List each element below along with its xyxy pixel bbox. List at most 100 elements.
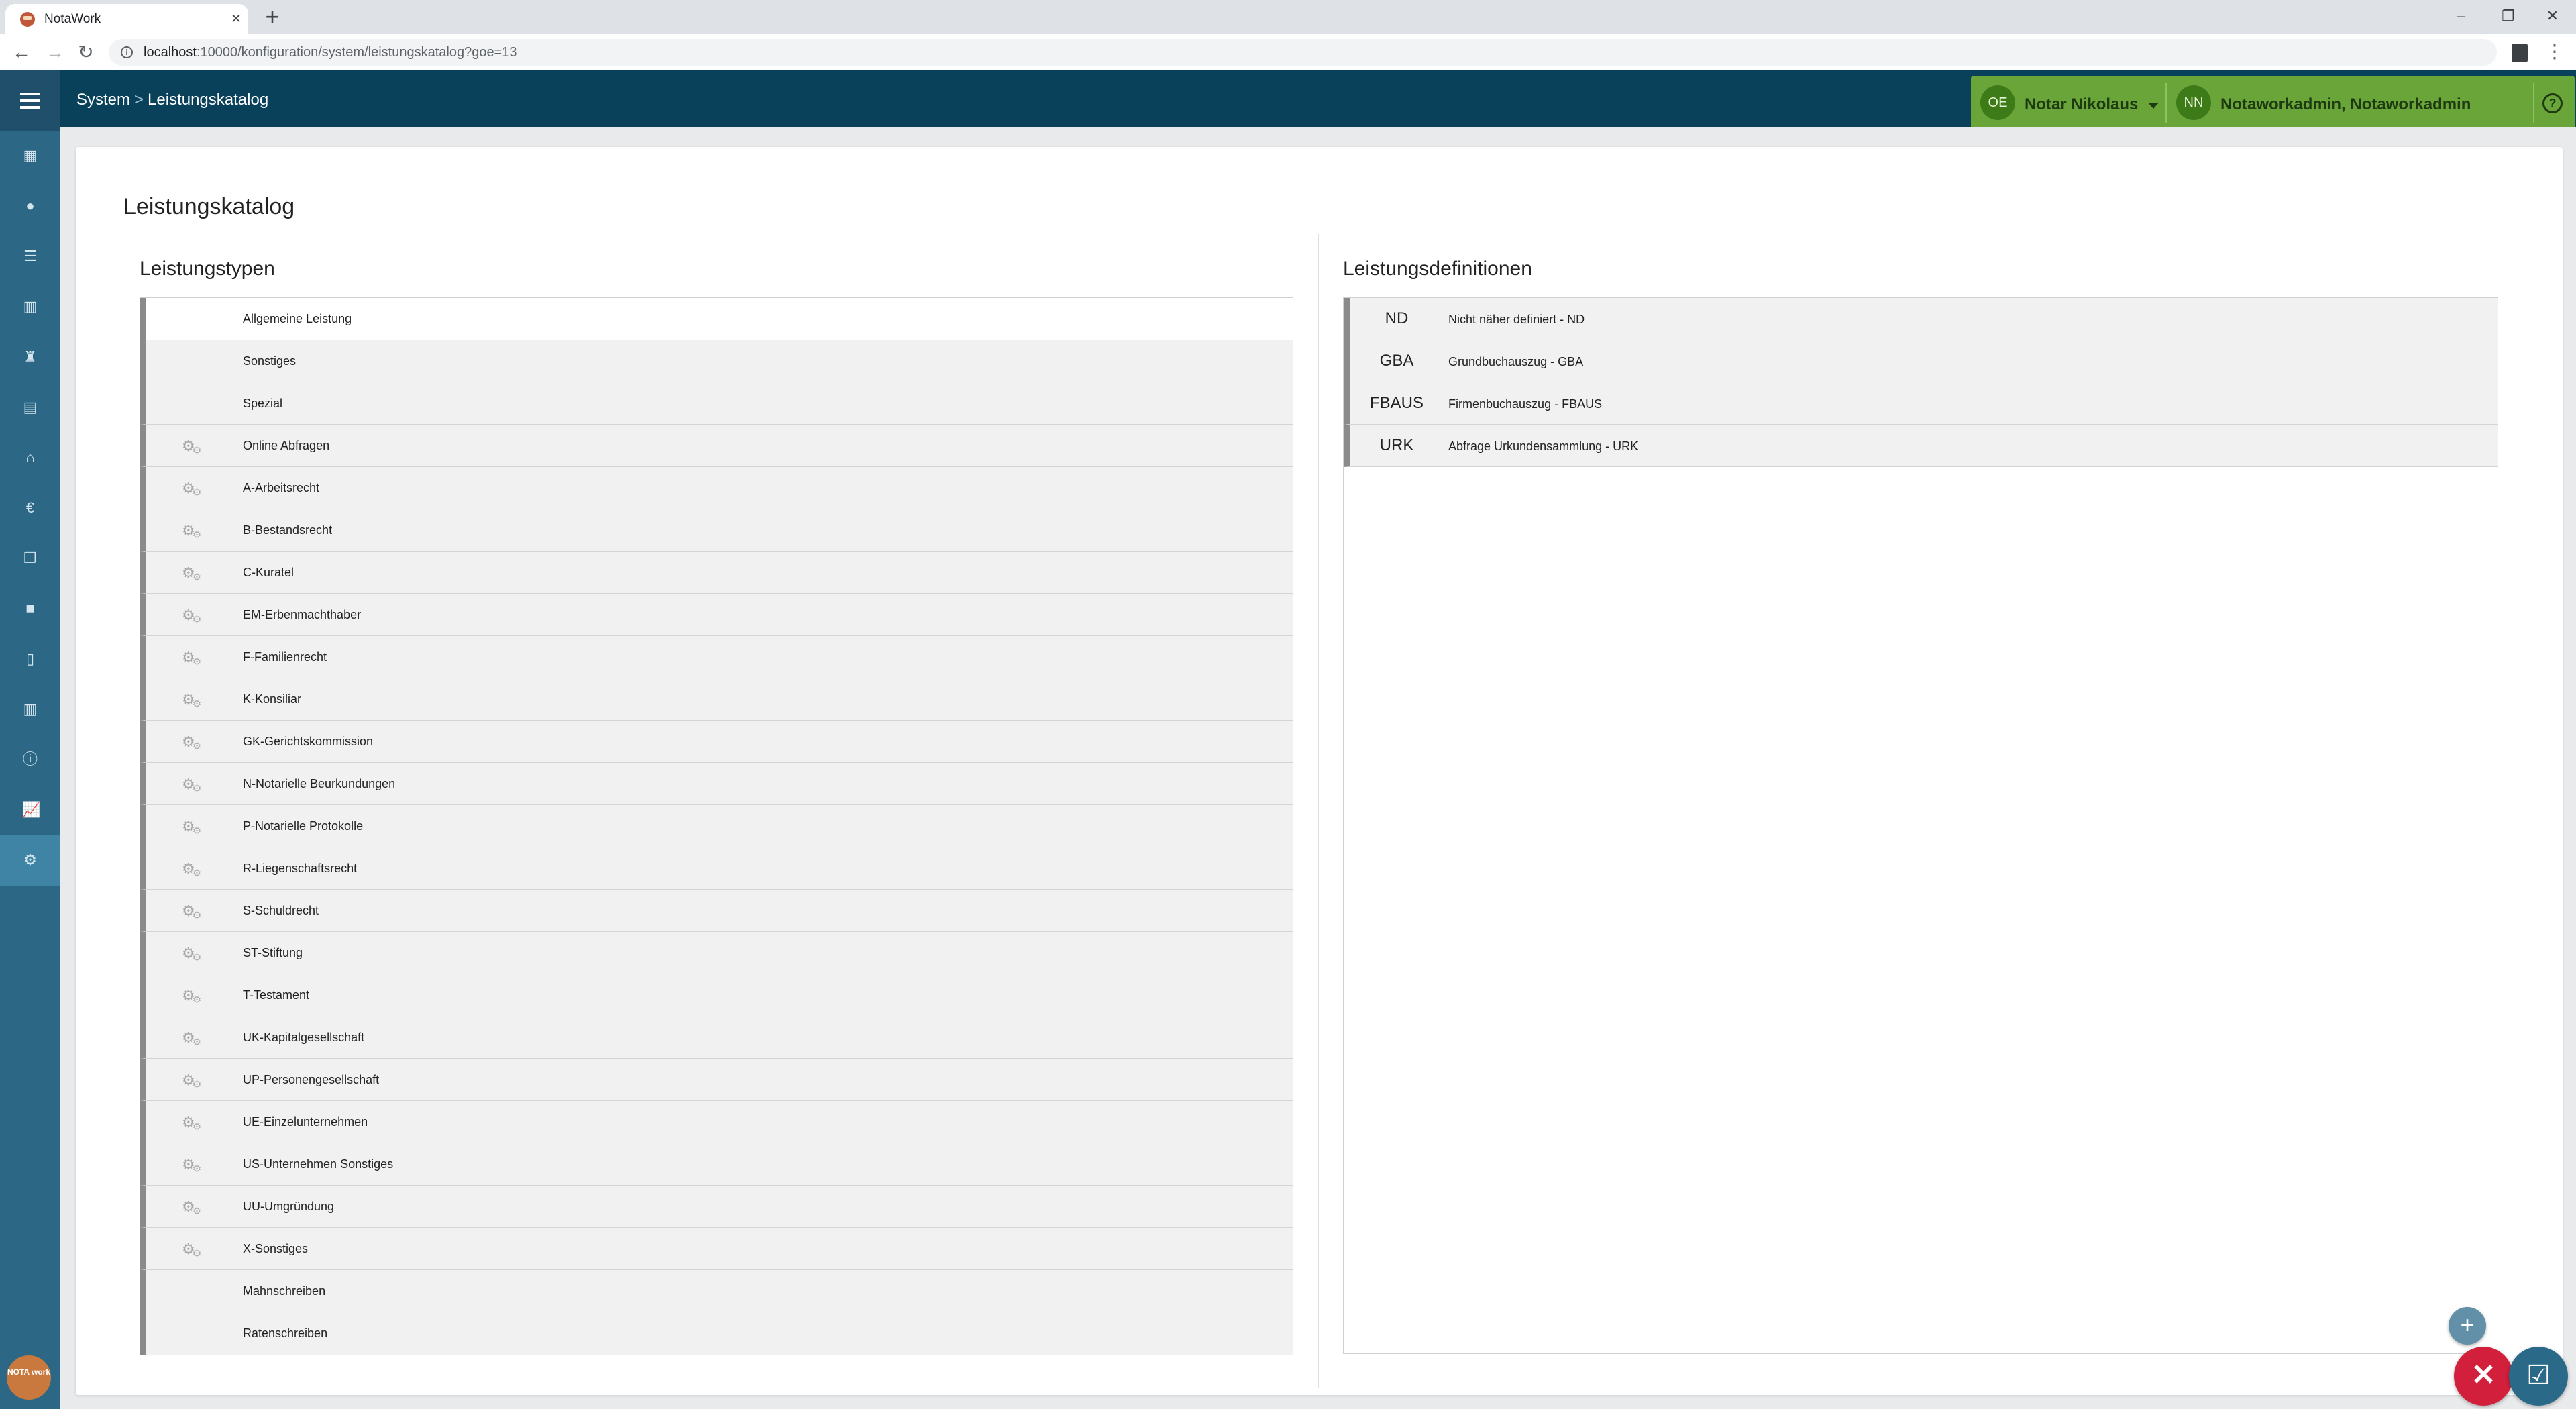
leistungstyp-row[interactable]: ⚙⚙ EM-Erbenmachthaber — [140, 594, 1293, 636]
sidebar-toggle-button[interactable] — [0, 70, 60, 131]
reload-icon[interactable]: ↻ — [74, 41, 98, 65]
breadcrumb-current: Leistungskatalog — [148, 91, 269, 109]
sidebar-item-seal[interactable]: ♜ — [0, 332, 60, 382]
archive-books-icon: ▥ — [23, 700, 38, 717]
leistungstyp-label: Spezial — [243, 397, 283, 410]
leistungstyp-row[interactable]: ⚙⚙ UU-Umgründung — [140, 1186, 1293, 1228]
app-sidebar: ▦ ● ☰ ▥ ♜ ▤ ⌂ € ❐ ■ ▯ ▥ ⓘ 📈 ⚙ NOTA work — [0, 70, 60, 1409]
leistungstyp-row[interactable]: ⚙⚙ UE-Einzelunternehmen — [140, 1101, 1293, 1143]
leistungstyp-row[interactable]: ⚙⚙ N-Notarielle Beurkundungen — [140, 763, 1293, 805]
leistungsdefinition-row[interactable]: GBA Grundbuchauszug - GBA — [1344, 340, 2498, 382]
browser-menu-icon[interactable]: ⋮ — [2545, 42, 2564, 62]
leistungstyp-label: K-Konsiliar — [243, 692, 302, 706]
leistungstyp-label: T-Testament — [243, 988, 310, 1002]
user-bar-separator — [2165, 83, 2167, 123]
new-tab-button[interactable]: + — [260, 5, 284, 30]
restore-window-icon[interactable]: ❐ — [2485, 3, 2532, 30]
leistungstyp-row[interactable]: ⚙⚙ UP-Personengesellschaft — [140, 1059, 1293, 1101]
office-dropdown-icon[interactable] — [2148, 103, 2159, 109]
clipboard-extension-icon[interactable] — [2512, 44, 2528, 62]
leistungstyp-row[interactable]: ⚙⚙ A-Arbeitsrecht — [140, 467, 1293, 509]
leistungstyp-row[interactable]: ⚙⚙ S-Schuldrecht — [140, 890, 1293, 932]
leistungstyp-row[interactable]: Mahnschreiben — [140, 1270, 1293, 1312]
document-icon: ▤ — [23, 399, 38, 415]
leistungstyp-row[interactable]: ⚙⚙ R-Liegenschaftsrecht — [140, 847, 1293, 890]
notawork-logo: NOTA work — [7, 1355, 51, 1400]
leistungstyp-row[interactable]: ⚙⚙ P-Notarielle Protokolle — [140, 805, 1293, 847]
leistungstyp-label: B-Bestandsrecht — [243, 523, 333, 537]
minimize-window-icon[interactable]: – — [2438, 3, 2485, 30]
back-arrow-icon[interactable]: ← — [9, 41, 34, 65]
definition-code: GBA — [1379, 352, 1414, 370]
sidebar-item-box[interactable]: ■ — [0, 584, 60, 634]
browser-tab[interactable]: NotaWork × — [5, 4, 248, 34]
leistungsdefinition-row[interactable]: ND Nicht näher definiert - ND — [1344, 298, 2498, 340]
breadcrumb-system[interactable]: System — [76, 91, 130, 109]
url-host: localhost — [144, 45, 197, 60]
leistungstyp-label: GK-Gerichtskommission — [243, 735, 374, 748]
sidebar-item-copy[interactable]: ❐ — [0, 533, 60, 584]
sidebar-item-info[interactable]: ⓘ — [0, 735, 60, 785]
sidebar-item-file[interactable]: ▯ — [0, 634, 60, 684]
leistungstyp-row[interactable]: ⚙⚙ ST-Stiftung — [140, 932, 1293, 974]
gears-icon: ⚙⚙ — [182, 902, 202, 921]
bank-icon: ⌂ — [25, 449, 35, 466]
sidebar-item-court[interactable]: ⌂ — [0, 433, 60, 483]
copy-icon: ❐ — [23, 550, 37, 566]
leistungsdefinition-row[interactable]: FBAUS Firmenbuchauszug - FBAUS — [1344, 382, 2498, 425]
leistungstyp-label: S-Schuldrecht — [243, 904, 319, 917]
sidebar-item-library[interactable]: ▥ — [0, 282, 60, 332]
breadcrumb: System > Leistungskatalog — [76, 91, 268, 109]
leistungstyp-row[interactable]: ⚙⚙ F-Familienrecht — [140, 636, 1293, 678]
leistungstyp-row[interactable]: ⚙⚙ C-Kuratel — [140, 552, 1293, 594]
sidebar-item-documents[interactable]: ▤ — [0, 382, 60, 433]
forward-arrow-icon[interactable]: → — [43, 41, 67, 65]
leistungstyp-row[interactable]: ⚙⚙ T-Testament — [140, 974, 1293, 1016]
leistungstyp-row[interactable]: ⚙⚙ Online Abfragen — [140, 425, 1293, 467]
gears-icon: ⚙⚙ — [182, 1198, 202, 1217]
sidebar-item-persons[interactable]: ● — [0, 181, 60, 231]
leistungstyp-row[interactable]: ⚙⚙ B-Bestandsrecht — [140, 509, 1293, 552]
gears-icon: ⚙⚙ — [182, 522, 202, 541]
definition-code: FBAUS — [1369, 394, 1424, 412]
leistungstyp-label: UE-Einzelunternehmen — [243, 1115, 368, 1129]
help-icon[interactable]: ? — [2542, 93, 2563, 113]
user-name[interactable]: Notaworkadmin, Notaworkadmin — [2220, 95, 2471, 114]
close-tab-icon[interactable]: × — [227, 9, 246, 28]
address-bar[interactable]: i localhost:10000/konfiguration/system/l… — [109, 39, 2497, 66]
leistungstyp-row[interactable]: ⚙⚙ GK-Gerichtskommission — [140, 721, 1293, 763]
url-text[interactable]: localhost:10000/konfiguration/system/lei… — [144, 45, 517, 60]
user-avatar[interactable]: NN — [2176, 85, 2211, 120]
sidebar-item-statistics[interactable]: 📈 — [0, 785, 60, 835]
close-button[interactable]: ✕ — [2454, 1347, 2513, 1406]
sidebar-item-settings[interactable]: ⚙ — [0, 835, 60, 886]
add-definition-button[interactable]: + — [2449, 1307, 2486, 1345]
site-info-icon[interactable]: i — [121, 46, 133, 58]
gears-icon: ⚙⚙ — [182, 1156, 202, 1175]
leistungsdefinition-row[interactable]: URK Abfrage Urkundensammlung - URK — [1344, 425, 2498, 467]
leistungstyp-row[interactable]: Sonstiges — [140, 340, 1293, 382]
task-check-button[interactable]: ☑ — [2509, 1347, 2568, 1406]
close-window-icon[interactable]: ✕ — [2529, 3, 2576, 30]
browser-tabstrip: NotaWork × + – ❐ ✕ — [0, 0, 2576, 34]
leistungstyp-row[interactable]: ⚙⚙ US-Unternehmen Sonstiges — [140, 1143, 1293, 1186]
gears-icon: ⚙⚙ — [182, 437, 202, 456]
office-avatar[interactable]: OE — [1980, 85, 2015, 120]
leistungstyp-row[interactable]: Ratenschreiben — [140, 1312, 1293, 1355]
gears-icon: ⚙⚙ — [182, 691, 202, 710]
leistungstyp-row[interactable]: ⚙⚙ X-Sonstiges — [140, 1228, 1293, 1270]
office-name[interactable]: Notar Nikolaus — [2025, 95, 2138, 114]
sidebar-item-archive[interactable]: ▥ — [0, 684, 60, 735]
leistungstyp-label: UU-Umgründung — [243, 1200, 335, 1213]
info-circle-icon: ⓘ — [22, 751, 38, 768]
definition-label: Abfrage Urkundensammlung - URK — [1448, 439, 1639, 453]
sidebar-item-finance[interactable]: € — [0, 483, 60, 533]
leistungstyp-row[interactable]: Spezial — [140, 382, 1293, 425]
leistungstyp-label: Mahnschreiben — [243, 1284, 326, 1298]
sidebar-item-list[interactable]: ☰ — [0, 231, 60, 282]
leistungstyp-row[interactable]: ⚙⚙ K-Konsiliar — [140, 678, 1293, 721]
leistungstyp-row[interactable]: ⚙⚙ UK-Kapitalgesellschaft — [140, 1016, 1293, 1059]
leistungstyp-row[interactable]: Allgemeine Leistung — [140, 298, 1293, 340]
gears-icon: ⚙⚙ — [182, 987, 202, 1006]
sidebar-item-calendar[interactable]: ▦ — [0, 131, 60, 181]
